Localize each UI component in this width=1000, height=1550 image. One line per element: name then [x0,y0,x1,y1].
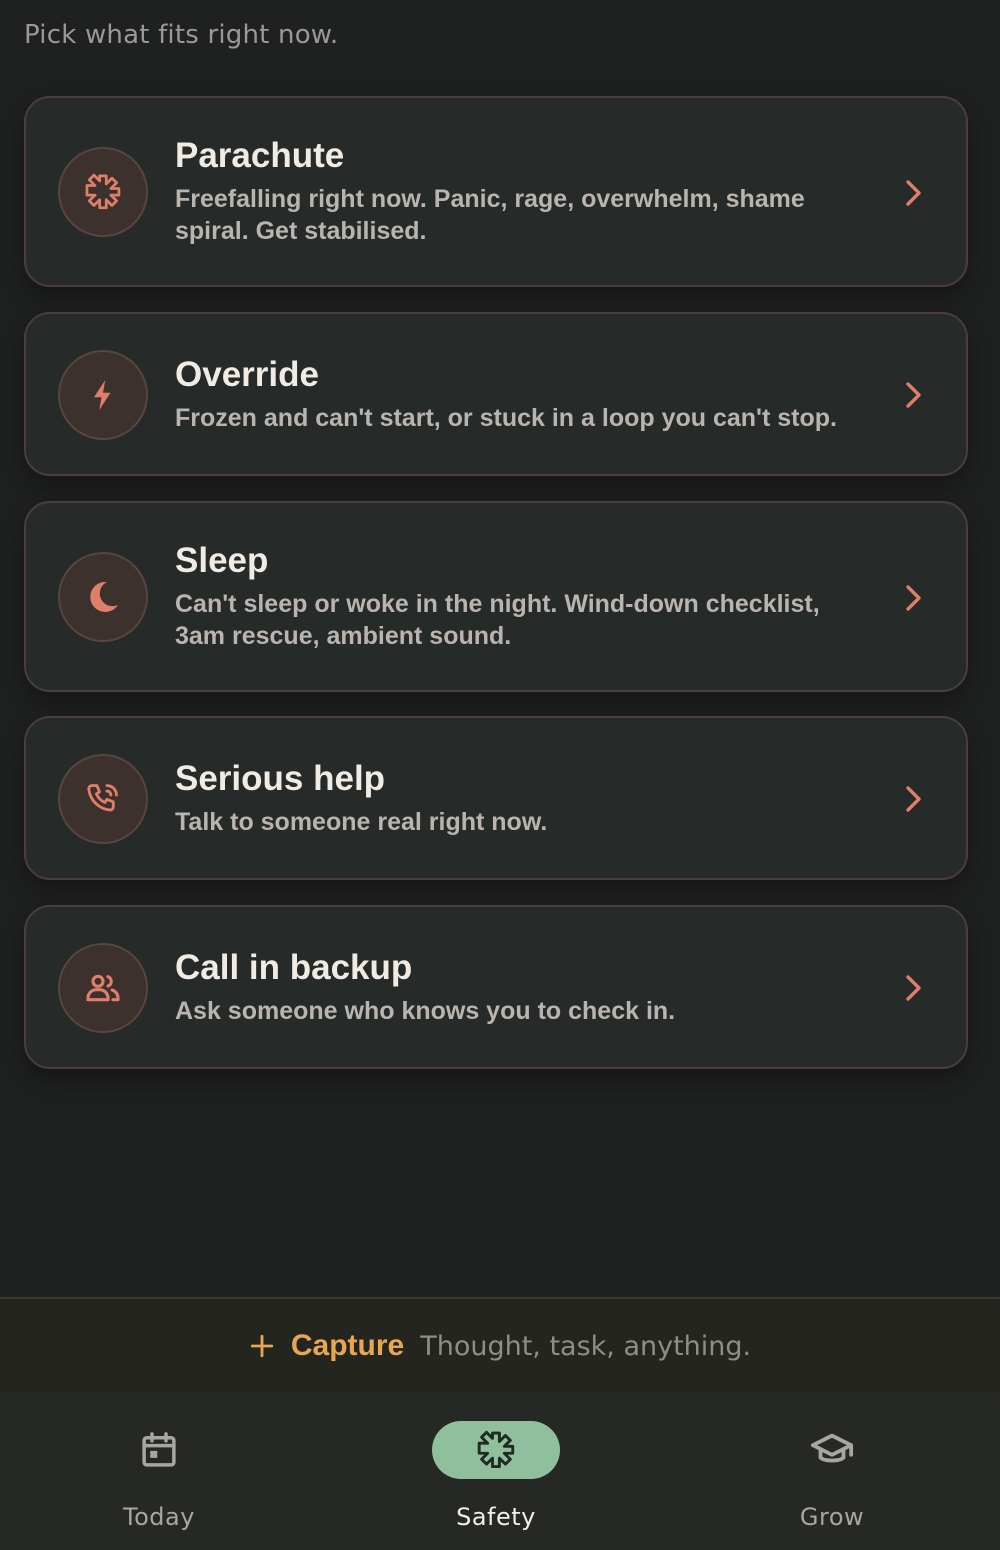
plus-icon [250,1334,274,1358]
nav-icon-container [432,1421,560,1479]
chevron-right-icon [906,180,921,206]
nav-item-grow[interactable]: Grow [732,1421,932,1531]
bottom-nav: Today Safety Grow [0,1393,1000,1550]
option-description: Freefalling right now. Panic, rage, over… [175,185,805,245]
capture-label: Capture [290,1329,405,1362]
option-description: Talk to someone real right now. [175,808,548,836]
graduation-cap-icon [810,1433,854,1463]
option-card-serious-help[interactable]: Serious help Talk to someone real right … [24,716,968,880]
chevron-right-icon [906,585,921,611]
chevron-right-icon [906,975,921,1001]
nav-label: Today [123,1503,195,1531]
moon-icon [90,581,119,612]
chevron-right-icon [906,382,921,408]
sleep-icon-circle [58,552,148,642]
nav-label: Grow [799,1503,865,1531]
calendar-icon [142,1432,176,1467]
option-description: Frozen and can't start, or stuck in a lo… [175,404,837,432]
option-description: Can't sleep or woke in the night. Wind-d… [175,590,820,650]
option-title: Parachute [175,136,345,175]
nav-item-today[interactable]: Today [59,1421,259,1531]
safety-screen: Pick what fits right now. Parachute Free… [0,0,1000,1550]
phone-call-icon [87,784,118,812]
backup-icon-circle [58,943,148,1033]
option-text: Sleep Can't sleep or woke in the night. … [175,540,876,652]
serious-help-icon-circle [58,754,148,844]
option-card-parachute[interactable]: Parachute Freefalling right now. Panic, … [24,96,968,287]
capture-button[interactable]: Capture Thought, task, anything. [0,1297,1000,1393]
option-description: Ask someone who knows you to check in. [175,997,676,1025]
parachute-icon-circle [58,147,148,237]
nav-icon-container [95,1421,223,1479]
nav-label: Safety [456,1503,536,1531]
option-card-override[interactable]: Override Frozen and can't start, or stuc… [24,312,968,476]
page-subtitle: Pick what fits right now. [24,20,339,50]
option-title: Override [175,355,319,394]
option-text: Parachute Freefalling right now. Panic, … [175,135,876,247]
asterisk-icon [85,173,121,210]
option-text: Override Frozen and can't start, or stuc… [175,354,876,434]
option-text: Call in backup Ask someone who knows you… [175,947,876,1027]
option-card-sleep[interactable]: Sleep Can't sleep or woke in the night. … [24,501,968,692]
lightning-icon [94,380,111,410]
chevron-right-icon [906,786,921,812]
capture-hint: Thought, task, anything. [420,1330,752,1362]
option-title: Call in backup [175,948,413,987]
option-title: Sleep [175,541,269,580]
option-title: Serious help [175,759,386,798]
nav-item-safety[interactable]: Safety [396,1421,596,1531]
override-icon-circle [58,350,148,440]
nav-icon-container [768,1421,896,1479]
option-card-call-in-backup[interactable]: Call in backup Ask someone who knows you… [24,905,968,1069]
asterisk-icon [477,1430,515,1469]
option-text: Serious help Talk to someone real right … [175,758,876,838]
people-icon [86,974,120,1002]
